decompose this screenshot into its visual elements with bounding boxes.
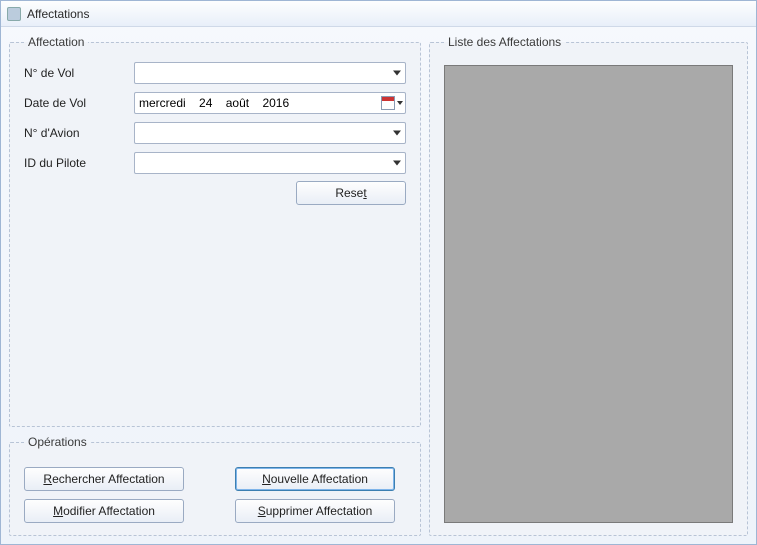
label-date-vol: Date de Vol [24,96,134,110]
combo-num-vol[interactable] [134,62,406,84]
label-num-vol: N° de Vol [24,66,134,80]
rechercher-button[interactable]: Rechercher Affectation [24,467,184,491]
left-column: Affectation N° de Vol Date de Vol mercre… [9,35,421,536]
operations-legend: Opérations [24,435,91,449]
supprimer-button[interactable]: Supprimer Affectation [235,499,395,523]
calendar-icon [381,96,395,110]
row-date-vol: Date de Vol mercredi 24 août 2016 [24,91,406,115]
row-id-pilote: ID du Pilote [24,151,406,175]
reset-row: Reset [24,181,406,205]
date-weekday: mercredi [139,96,186,110]
affectation-group: Affectation N° de Vol Date de Vol mercre… [9,35,421,427]
operations-group: Opérations Rechercher Affectation Nouvel… [9,435,421,536]
label-num-avion: N° d'Avion [24,126,134,140]
titlebar: Affectations [1,1,756,27]
chevron-down-icon [393,161,401,166]
liste-legend: Liste des Affectations [444,35,565,49]
chevron-down-icon [393,71,401,76]
content-area: Affectation N° de Vol Date de Vol mercre… [1,27,756,544]
operations-grid: Rechercher Affectation Nouvelle Affectat… [24,467,406,523]
date-day: 24 [199,96,212,110]
row-num-avion: N° d'Avion [24,121,406,145]
chevron-down-icon [393,131,401,136]
affectation-legend: Affectation [24,35,88,49]
date-text: mercredi 24 août 2016 [139,96,299,110]
chevron-down-icon [397,101,403,105]
row-num-vol: N° de Vol [24,61,406,85]
date-year: 2016 [262,96,289,110]
label-id-pilote: ID du Pilote [24,156,134,170]
date-picker-vol[interactable]: mercredi 24 août 2016 [134,92,406,114]
date-month: août [226,96,249,110]
window-title: Affectations [27,7,89,21]
reset-button[interactable]: Reset [296,181,406,205]
app-icon [7,7,21,21]
date-picker-controls[interactable] [381,96,403,110]
affectations-datagrid[interactable] [444,65,733,523]
window-frame: Affectations Affectation N° de Vol Date … [0,0,757,545]
nouvelle-button[interactable]: Nouvelle Affectation [235,467,395,491]
right-column: Liste des Affectations [429,35,748,536]
combo-num-avion[interactable] [134,122,406,144]
liste-group: Liste des Affectations [429,35,748,536]
combo-id-pilote[interactable] [134,152,406,174]
modifier-button[interactable]: Modifier Affectation [24,499,184,523]
